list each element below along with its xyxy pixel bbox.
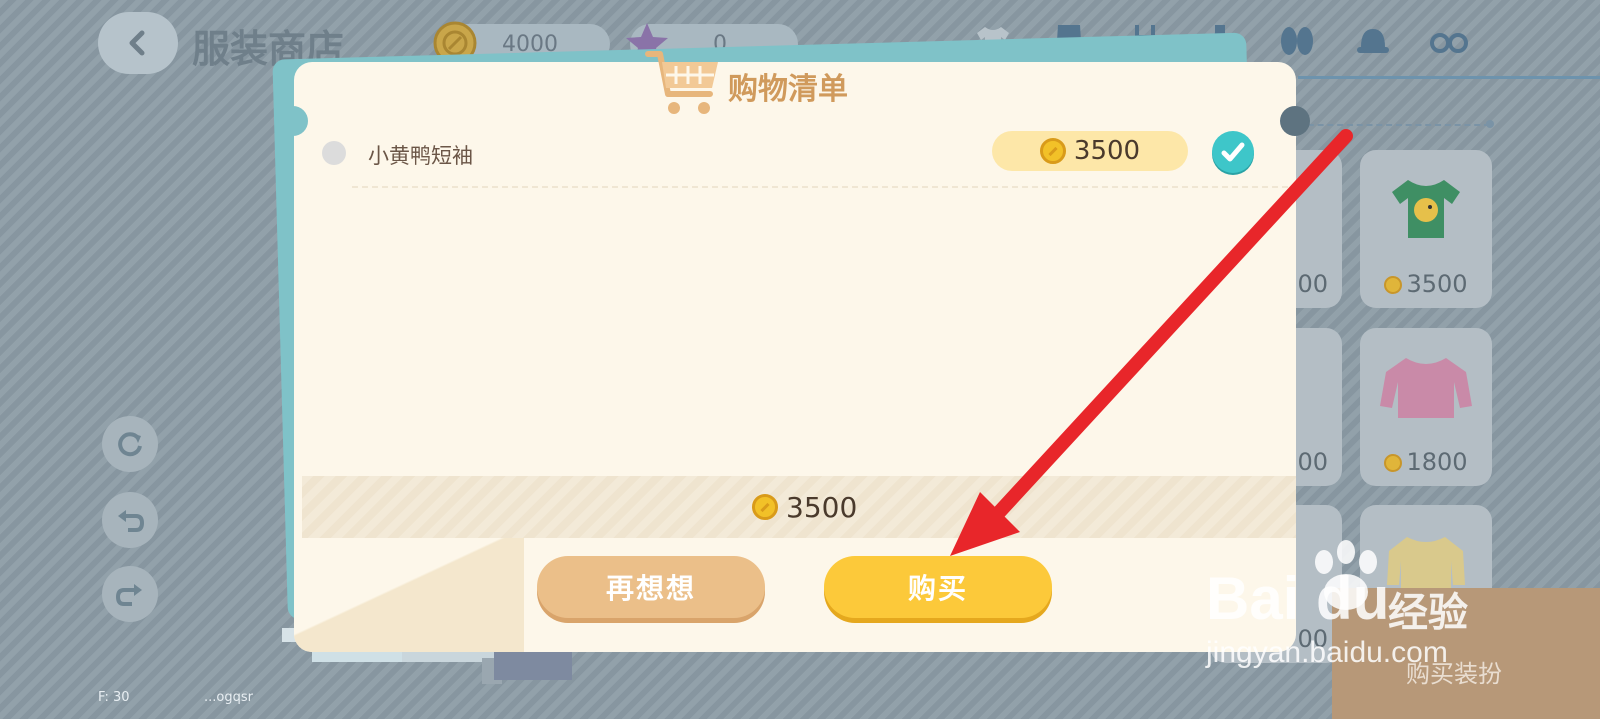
redo-button[interactable] — [102, 566, 158, 622]
tab-underline — [1298, 76, 1600, 79]
shopping-cart-icon — [645, 51, 718, 114]
buy-button[interactable]: 购买 — [824, 556, 1052, 618]
shop-item-card[interactable]: 3500 — [1360, 150, 1492, 308]
dialog-title: 购物清单 — [728, 72, 848, 107]
item-price: 3500 — [1360, 270, 1492, 298]
shop-item-card[interactable]: 1800 — [1360, 328, 1492, 486]
slippers-icon[interactable] — [1274, 18, 1320, 64]
page-fold — [294, 532, 524, 652]
undo-button[interactable] — [102, 492, 158, 548]
modal-notch — [278, 106, 308, 136]
item-price: 1800 — [1360, 448, 1492, 476]
watermark-url: jingyan.baidu.com — [1206, 636, 1448, 669]
checkmark-icon — [1221, 142, 1245, 162]
baidu-watermark: Bai du 经验 jingyan.baidu.com — [1206, 540, 1496, 690]
chevron-left-icon — [129, 30, 145, 56]
divider-dot — [1486, 120, 1494, 128]
debug-text: F: 30 — [98, 690, 130, 705]
cart-item-row[interactable]: 小黄鸭短袖 3500 — [322, 130, 1262, 178]
undo-icon — [118, 510, 145, 532]
debug-text: ...ogqsr — [204, 690, 253, 705]
total-value: 3500 — [786, 490, 858, 524]
watermark-brand: Bai du — [1206, 565, 1390, 632]
green-duck-tshirt-icon — [1360, 150, 1492, 268]
item-price-pill: 3500 — [992, 131, 1188, 171]
watermark-suffix: 经验 — [1388, 590, 1468, 636]
redo-icon — [115, 584, 142, 606]
item-name: 小黄鸭短袖 — [368, 144, 473, 168]
rotate-icon — [118, 432, 142, 457]
reconsider-button[interactable]: 再想想 — [537, 556, 765, 618]
coin-icon — [1039, 138, 1066, 164]
back-button[interactable] — [98, 12, 178, 74]
total-price: 3500 — [752, 490, 857, 524]
modal-notch — [1280, 106, 1310, 136]
item-select-radio[interactable] — [322, 141, 346, 165]
pink-hoodie-icon — [1360, 328, 1492, 446]
glasses-icon[interactable] — [1426, 18, 1472, 64]
coin-icon — [752, 494, 778, 520]
item-price: 3500 — [1073, 136, 1141, 166]
row-divider — [352, 186, 1288, 188]
item-checkbox[interactable] — [1212, 131, 1254, 173]
hat-icon[interactable] — [1350, 18, 1396, 64]
rotate-button[interactable] — [102, 416, 158, 472]
dialog-header: 购物清单 — [644, 42, 848, 122]
divider — [1298, 124, 1490, 126]
